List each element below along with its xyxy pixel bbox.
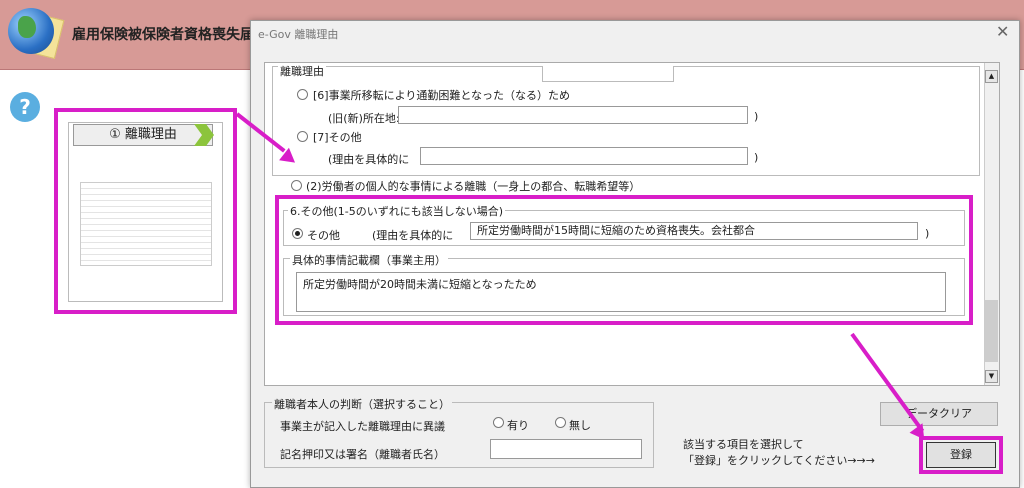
hint-line-2: 「登録」をクリックしてください→→→ xyxy=(683,454,875,467)
reason-6-radio[interactable] xyxy=(297,89,308,100)
detail-group-label: 具体的事情記載欄（事業主用） xyxy=(290,252,448,268)
partial-option-box xyxy=(542,66,674,82)
paren-close: ) xyxy=(925,227,930,240)
reason-6-address-input[interactable] xyxy=(398,106,748,124)
judgement-group-label: 離職者本人の判断（選択すること） xyxy=(272,396,452,412)
personal-reason-radio[interactable] xyxy=(291,180,302,191)
reason-7-detail-input[interactable] xyxy=(420,147,748,165)
dialog-title: e-Gov 離職理由 xyxy=(258,28,339,41)
detail-textarea[interactable]: 所定労働時間が20時間未満に短縮となったため xyxy=(296,272,946,312)
globe-icon xyxy=(8,8,54,54)
other-field-label: (理由を具体的に xyxy=(372,229,454,242)
objection-question: 事業主が記入した離職理由に異議 xyxy=(280,420,445,433)
other-radio[interactable] xyxy=(292,228,303,239)
personal-reason-label: (2)労働者の個人的な事情による離職（一身上の都合、転職希望等） xyxy=(306,180,641,193)
scrollbar-thumb[interactable] xyxy=(985,300,998,362)
reason-6-field-label: (旧(新)所在地: xyxy=(328,112,400,125)
data-clear-button[interactable]: データクリア xyxy=(880,402,998,426)
help-icon[interactable]: ? xyxy=(10,92,40,122)
objection-yes-radio[interactable] xyxy=(493,417,504,428)
signature-label: 記名押印又は署名（離職者氏名） xyxy=(280,448,445,461)
register-button[interactable]: 登録 xyxy=(926,442,996,468)
other-radio-label: その他 xyxy=(307,229,340,242)
paren-close: ) xyxy=(754,110,759,123)
form-thumbnail[interactable] xyxy=(80,182,212,266)
reason-7-label: [7]その他 xyxy=(313,131,362,144)
scroll-up-icon[interactable]: ▲ xyxy=(985,70,998,83)
objection-no-label: 無し xyxy=(569,419,591,432)
reason-group-label: 離職理由 xyxy=(278,63,326,79)
step-tab-label[interactable]: ① 離職理由 xyxy=(73,124,213,146)
reason-7-field-label: (理由を具体的に xyxy=(328,153,410,166)
other-group-label: 6.その他(1-5のいずれにも該当しない場合) xyxy=(288,203,506,219)
hint-line-1: 該当する項目を選択して xyxy=(683,438,804,451)
scroll-down-icon[interactable]: ▼ xyxy=(985,370,998,383)
signature-input[interactable] xyxy=(490,439,642,459)
reason-7-radio[interactable] xyxy=(297,131,308,142)
objection-yes-label: 有り xyxy=(507,419,529,432)
objection-no-radio[interactable] xyxy=(555,417,566,428)
reason-6-label: [6]事業所移転により通勤困難となった（なる）ため xyxy=(313,89,571,102)
other-detail-input[interactable]: 所定労働時間が15時間に短縮のため資格喪失。会社都合 xyxy=(470,222,918,240)
app-title: 雇用保険被保険者資格喪失届 xyxy=(72,27,254,43)
close-icon[interactable]: ✕ xyxy=(996,22,1009,41)
paren-close: ) xyxy=(754,151,759,164)
